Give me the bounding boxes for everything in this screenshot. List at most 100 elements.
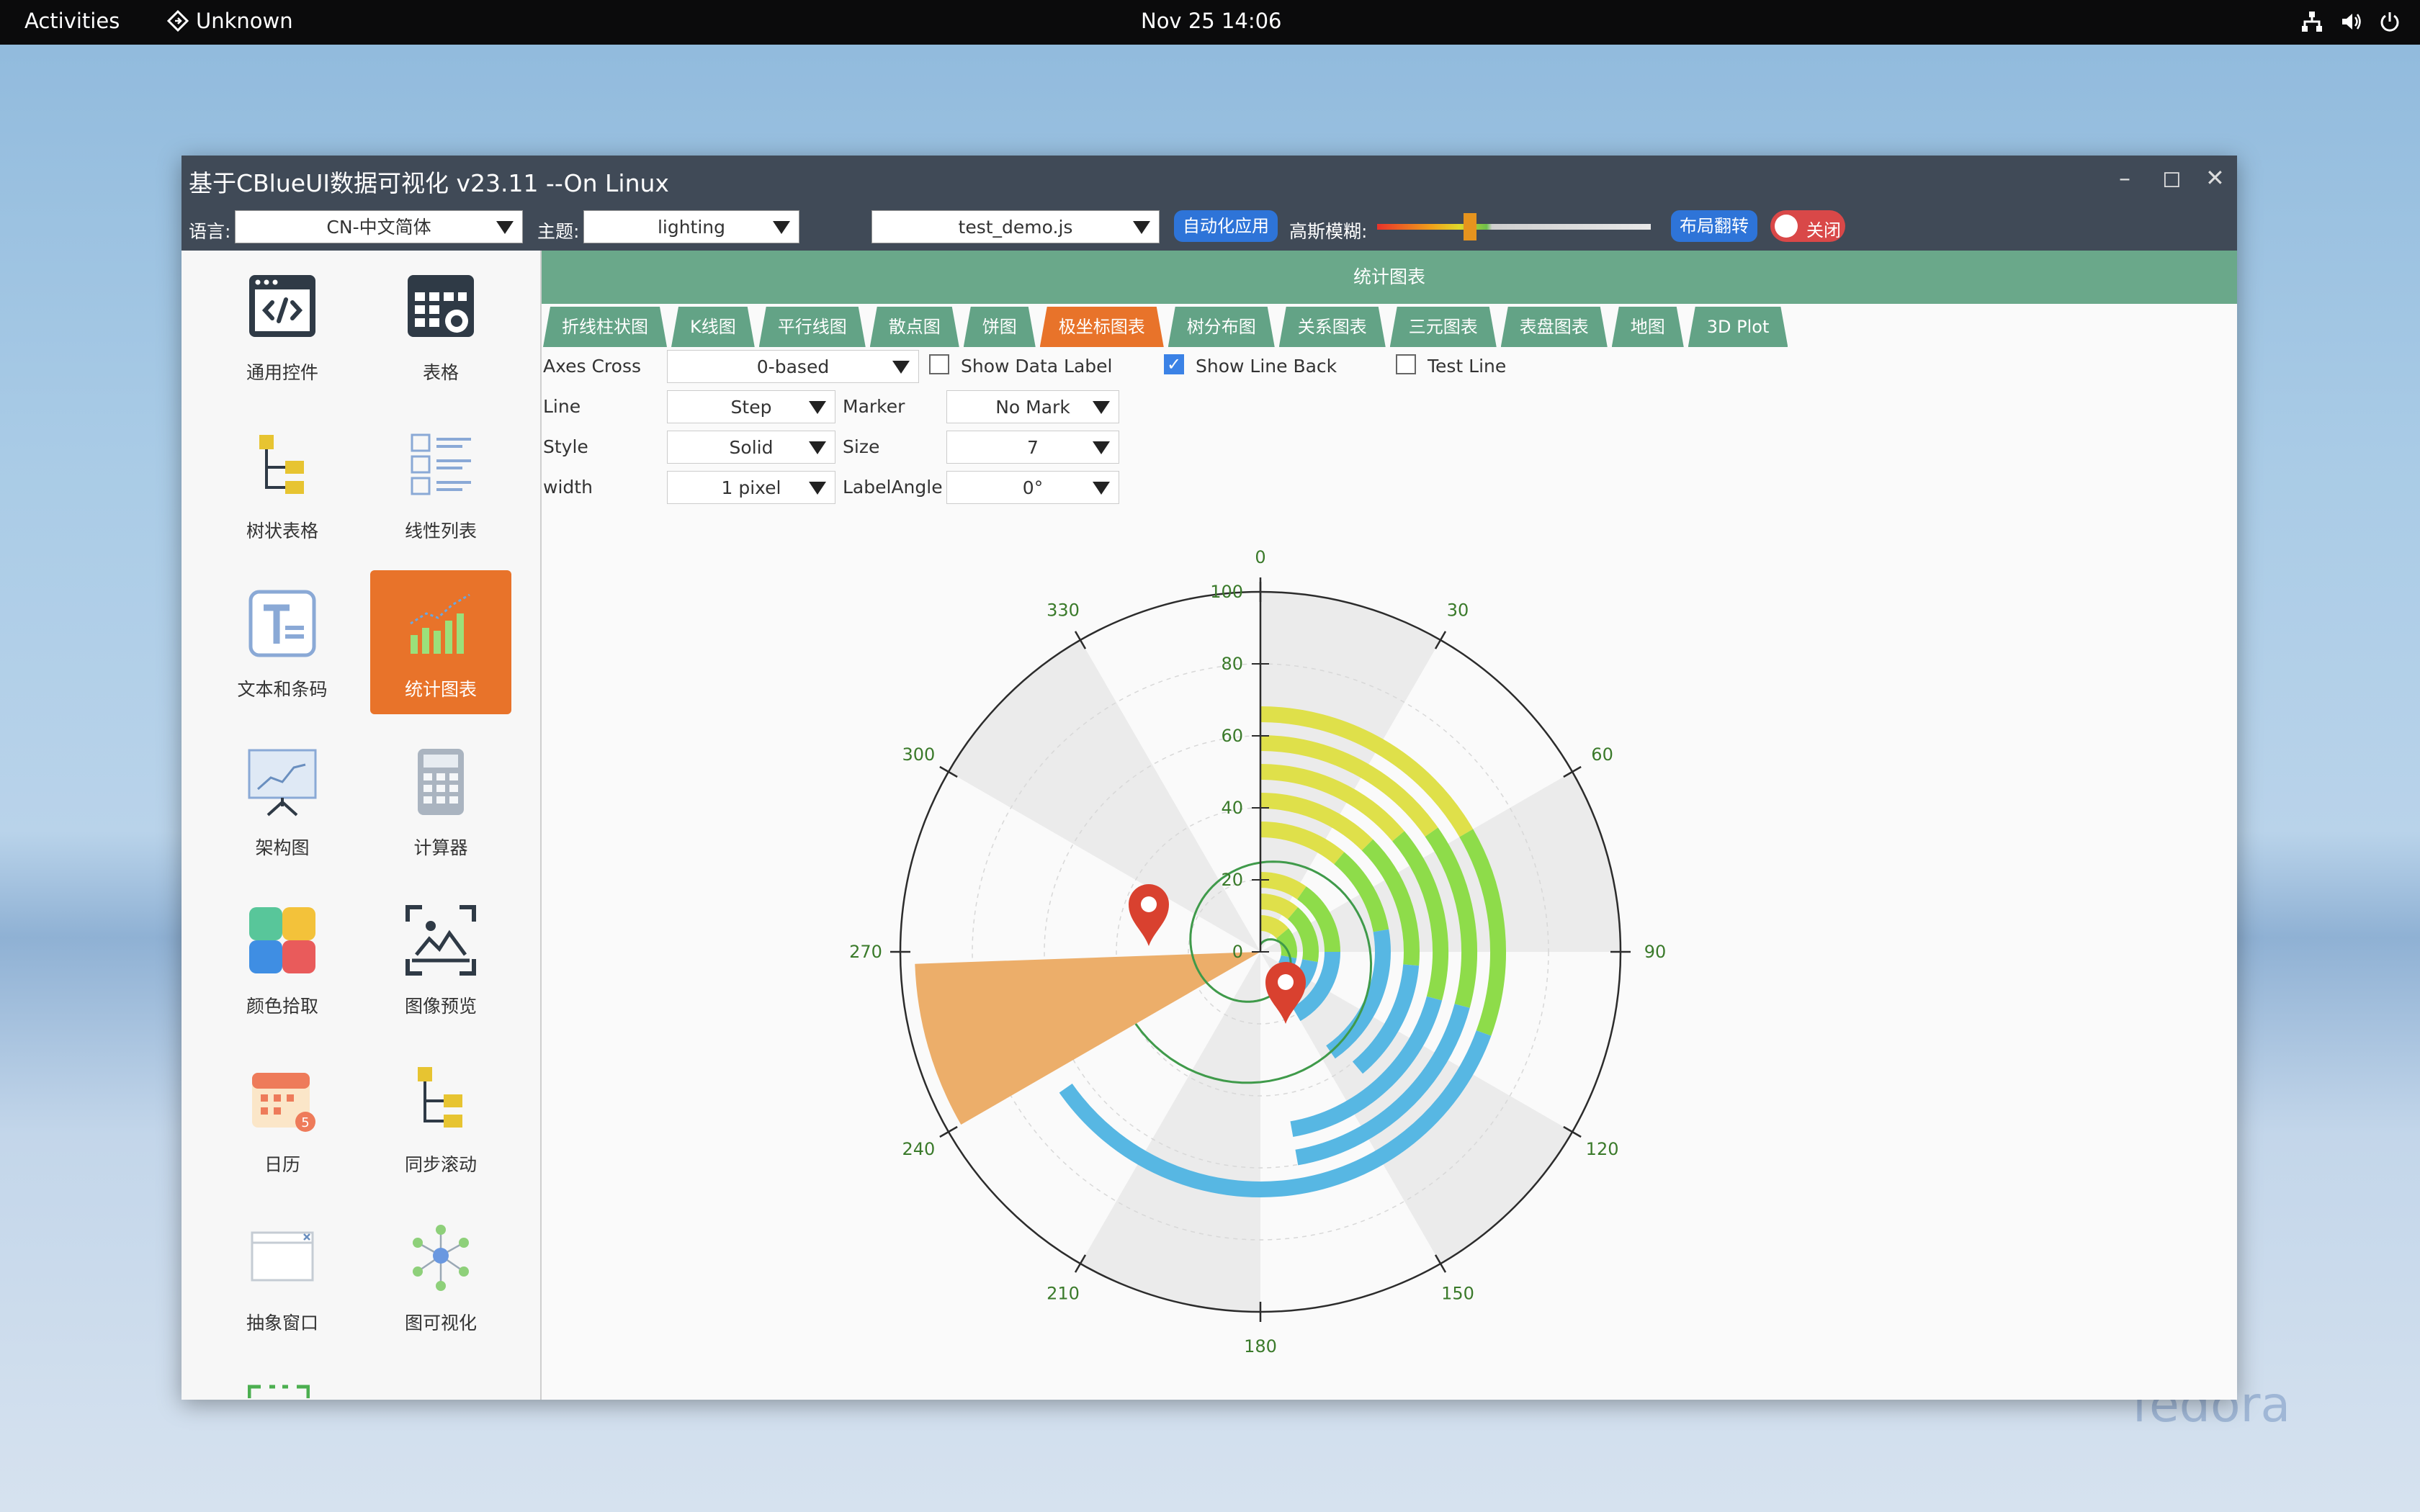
- sidebar-item-architecture[interactable]: 架构图: [212, 736, 353, 877]
- blur-slider-track[interactable]: [1377, 224, 1651, 230]
- polar-radial-tick-label: 100: [1210, 582, 1243, 602]
- minimize-icon[interactable]: –: [2119, 164, 2130, 192]
- window-title: 基于CBlueUI数据可视化 v23.11 --On Linux: [189, 169, 669, 197]
- system-tray[interactable]: [2300, 10, 2401, 33]
- polar-angular-tick-label: 120: [1586, 1139, 1619, 1159]
- polar-radial-tick-label: 80: [1221, 654, 1243, 674]
- close-toggle[interactable]: 关闭: [1770, 210, 1845, 242]
- sidebar-item-label: 图可视化: [404, 1313, 477, 1333]
- script-select[interactable]: test_demo.js: [871, 210, 1160, 243]
- theme-value: lighting: [657, 217, 726, 238]
- chevron-down-icon: [1133, 221, 1150, 234]
- sidebar-item-statistics-chart[interactable]: 统计图表: [370, 570, 511, 714]
- polar-angular-tick-label: 90: [1644, 942, 1667, 962]
- sidebar-item-label: 计算器: [413, 837, 468, 858]
- sidebar-item-linear-list[interactable]: 线性列表: [370, 419, 511, 560]
- image-preview-icon: [405, 905, 476, 976]
- sidebar-item-general-controls[interactable]: 通用控件: [212, 261, 353, 402]
- sidebar-item-label: 文本和条码: [237, 679, 328, 700]
- title-bar[interactable]: 基于CBlueUI数据可视化 v23.11 --On Linux – ◻ ✕: [182, 156, 2237, 203]
- sidebar-item-label: 线性列表: [404, 521, 477, 541]
- sidebar-item-text-barcode[interactable]: 文本和条码: [212, 577, 353, 719]
- bar-chart-icon: [410, 593, 470, 654]
- sidebar-item-calculator[interactable]: 计算器: [370, 736, 511, 877]
- polar-angular-tick-label: 0: [1255, 547, 1265, 567]
- sidebar-item-sync-scroll[interactable]: 同步滚动: [370, 1053, 511, 1194]
- network-icon: [2302, 12, 2322, 32]
- chevron-down-icon: [496, 221, 514, 234]
- sidebar-item-color-picker[interactable]: 颜色拾取: [212, 894, 353, 1035]
- volume-icon: [2342, 14, 2361, 30]
- toggle-knob: [1775, 215, 1798, 238]
- sidebar-item-label: 抽象窗口: [246, 1313, 318, 1333]
- blur-label: 高斯模糊:: [1289, 221, 1368, 242]
- list-icon: [411, 433, 471, 495]
- sidebar-item-image-preview[interactable]: 图像预览: [370, 894, 511, 1035]
- system-top-bar: Activities Unknown Nov 25 14:06: [0, 0, 2420, 45]
- presentation-icon: [248, 749, 317, 816]
- text-icon: [248, 590, 316, 657]
- main-content: 统计图表 折线柱状图 K线图 平行线图 散点图 饼图 极坐标图表 树分布图 关系…: [542, 251, 2237, 1400]
- toolbar: 语言: CN-中文简体 主题: lighting test_demo.js 自动…: [182, 203, 2237, 251]
- theme-select[interactable]: lighting: [583, 210, 799, 243]
- app-window: 基于CBlueUI数据可视化 v23.11 --On Linux – ◻ ✕ 语…: [182, 156, 2237, 1400]
- sidebar-item-label: 树状表格: [246, 521, 318, 541]
- activities-button[interactable]: Activities: [24, 9, 120, 33]
- polar-radial-tick-label: 20: [1221, 870, 1243, 890]
- layout-flip-button[interactable]: 布局翻转: [1671, 210, 1757, 242]
- language-select[interactable]: CN-中文简体: [235, 210, 523, 243]
- maximize-icon[interactable]: ◻: [2162, 164, 2182, 192]
- sidebar-item-abstract-window[interactable]: 抽象窗口: [212, 1211, 353, 1352]
- tree-table-icon: [259, 435, 304, 494]
- app-menu[interactable]: Unknown: [167, 9, 293, 33]
- chevron-down-icon: [773, 221, 790, 234]
- close-toggle-label: 关闭: [1806, 220, 1841, 240]
- more-items-icon: [248, 1385, 310, 1398]
- sidebar-item-label: 统计图表: [404, 679, 477, 700]
- sidebar-item-label: 通用控件: [246, 362, 318, 383]
- polar-radial-tick-label: 60: [1221, 726, 1243, 746]
- calendar-icon: 5: [252, 1073, 315, 1132]
- sidebar-item-label: 日历: [264, 1154, 300, 1175]
- graph-icon: [413, 1225, 469, 1291]
- sidebar-item-label: 表格: [422, 362, 459, 383]
- blur-slider-handle[interactable]: [1464, 213, 1476, 240]
- close-icon[interactable]: ✕: [2205, 164, 2225, 192]
- abstract-window-icon: [251, 1231, 314, 1282]
- clock[interactable]: Nov 25 14:06: [1141, 9, 1282, 33]
- polar-angular-tick-label: 270: [849, 942, 882, 962]
- script-value: test_demo.js: [958, 217, 1073, 238]
- polar-chart-body: 0 30 60 90 120 150 180 210 240 270 300 330 0 20 40 60 80…: [849, 547, 1666, 1356]
- polar-radial-tick-label: 0: [1232, 942, 1243, 962]
- auto-apply-button[interactable]: 自动化应用: [1174, 210, 1278, 242]
- svg-text:5: 5: [301, 1115, 309, 1130]
- sidebar-item-label: 架构图: [255, 837, 310, 858]
- sync-scroll-icon: [418, 1067, 462, 1128]
- polar-radial-tick-label: 40: [1221, 798, 1243, 818]
- polar-angular-tick-label: 60: [1591, 744, 1613, 765]
- color-palette-icon: [249, 907, 315, 973]
- polar-angular-tick-label: 240: [902, 1139, 936, 1159]
- sidebar-item-graph-visualization[interactable]: 图可视化: [370, 1211, 511, 1352]
- language-value: CN-中文简体: [326, 217, 431, 238]
- polar-angular-tick-label: 330: [1047, 600, 1080, 620]
- sidebar-item-table[interactable]: 表格: [370, 261, 511, 402]
- app-diamond-icon: [167, 10, 189, 32]
- sidebar-item-label: 颜色拾取: [246, 996, 318, 1017]
- code-window-icon: [249, 275, 315, 337]
- power-icon: [2380, 12, 2399, 32]
- calculator-icon: [418, 749, 464, 815]
- sidebar-item-calendar[interactable]: 5 日历: [212, 1053, 353, 1194]
- polar-angular-tick-label: 300: [902, 744, 936, 765]
- polar-angular-tick-label: 150: [1441, 1284, 1474, 1304]
- language-label: 语言:: [189, 221, 231, 242]
- app-name: Unknown: [196, 9, 293, 33]
- polar-angular-tick-label: 30: [1447, 600, 1469, 620]
- polar-angular-tick-label: 210: [1047, 1284, 1080, 1304]
- polar-angular-tick-label: 180: [1244, 1336, 1277, 1356]
- theme-label: 主题:: [537, 221, 580, 242]
- sidebar-item-label: 图像预览: [404, 996, 477, 1017]
- sidebar-item-label: 同步滚动: [404, 1154, 477, 1175]
- polar-chart[interactable]: 0 30 60 90 120 150 180 210 240 270 300 330 0 20 40 60 80…: [542, 251, 2237, 1400]
- sidebar-item-tree-table[interactable]: 树状表格: [212, 419, 353, 560]
